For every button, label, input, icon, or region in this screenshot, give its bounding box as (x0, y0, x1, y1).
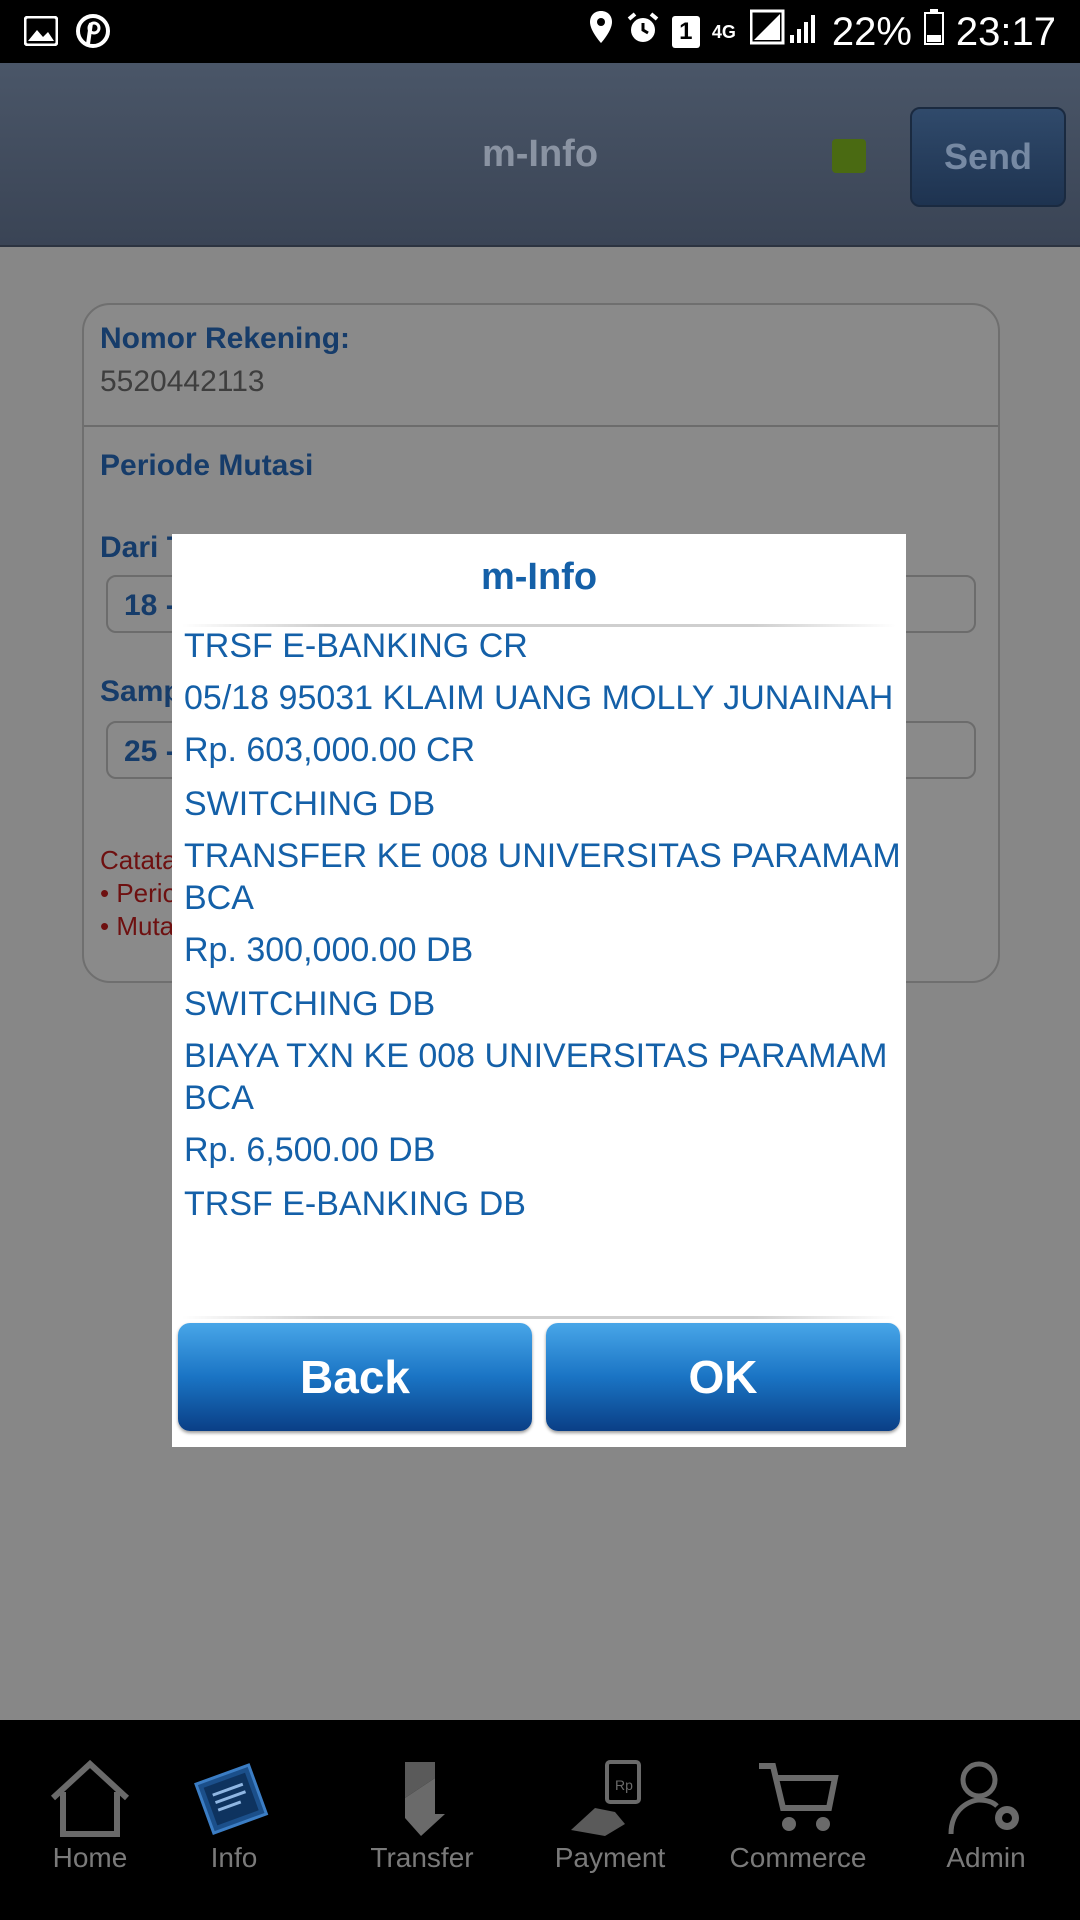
transaction-item: TRSF E-BANKING DB (184, 1183, 906, 1225)
transaction-description: TRANSFER KE 008 UNIVERSITAS PARAMAM BCA (184, 837, 901, 917)
cart-icon (753, 1758, 843, 1838)
status-bar: 1 4G 22% 23:17 (0, 0, 1080, 63)
bottom-navigation: Home Info Transfer Rp Payment Commerce A… (0, 1720, 1080, 1920)
transaction-item: SWITCHING DB BIAYA TXN KE 008 UNIVERSITA… (184, 983, 906, 1171)
transaction-type: SWITCHING DB (184, 985, 436, 1023)
status-time: 23:17 (955, 10, 1056, 54)
account-label: Nomor Rekening: (100, 322, 351, 355)
send-button[interactable]: Send (910, 107, 1066, 207)
signal-icon (749, 9, 820, 55)
transaction-item: SWITCHING DB TRANSFER KE 008 UNIVERSITAS… (184, 783, 906, 971)
nav-label: Commerce (729, 1842, 867, 1873)
nav-label: Transfer (370, 1842, 474, 1873)
info-dialog: m-Info TRSF E-BANKING CR 05/18 95031 KLA… (172, 534, 906, 1447)
period-label: Periode Mutasi (100, 449, 314, 482)
sim-icon: 1 (671, 16, 700, 48)
app-header: m-Info Send (0, 63, 1080, 247)
transfer-icon (377, 1758, 467, 1838)
nav-label: Payment (554, 1842, 666, 1873)
nav-commerce[interactable]: Commerce (708, 1720, 888, 1920)
transaction-type: SWITCHING DB (184, 785, 436, 823)
connection-status-indicator (832, 139, 866, 173)
transaction-amount: Rp. 300,000.00 DB (184, 931, 474, 969)
transaction-description: 05/18 95031 KLAIM UANG MOLLY JUNAINAH (184, 679, 894, 717)
home-icon (45, 1758, 135, 1838)
back-button[interactable]: Back (178, 1323, 532, 1431)
nav-info[interactable]: Info (144, 1720, 324, 1920)
transaction-description: BIAYA TXN KE 008 UNIVERSITAS PARAMAM BCA (184, 1037, 888, 1117)
note-line: • Perio (100, 878, 178, 908)
svg-text:Rp: Rp (615, 1777, 633, 1793)
nav-payment[interactable]: Rp Payment (520, 1720, 700, 1920)
transaction-amount: Rp. 6,500.00 DB (184, 1131, 436, 1169)
note-title: Catata (100, 845, 177, 875)
nav-transfer[interactable]: Transfer (332, 1720, 512, 1920)
transaction-list[interactable]: TRSF E-BANKING CR 05/18 95031 KLAIM UANG… (184, 627, 906, 1317)
note-line: • Muta (100, 911, 175, 941)
transaction-type: TRSF E-BANKING DB (184, 1185, 526, 1223)
dialog-divider (182, 1316, 896, 1319)
image-icon (23, 15, 59, 51)
transaction-type: TRSF E-BANKING CR (184, 627, 528, 665)
network-icon: 4G (711, 22, 736, 42)
account-number: 5520442113 (100, 365, 265, 398)
divider (84, 425, 998, 427)
ok-button[interactable]: OK (546, 1323, 900, 1431)
info-icon (189, 1758, 279, 1838)
transaction-item: TRSF E-BANKING CR 05/18 95031 KLAIM UANG… (184, 627, 906, 771)
alarm-icon (626, 10, 660, 55)
nav-label: Admin (946, 1842, 1026, 1873)
nav-label: Info (210, 1842, 258, 1873)
battery-percent: 22% (831, 10, 912, 54)
dialog-title: m-Info (480, 556, 598, 598)
transaction-amount: Rp. 603,000.00 CR (184, 731, 476, 769)
pinterest-icon (76, 14, 110, 53)
to-date-label: Samp (100, 675, 182, 708)
location-icon (588, 9, 614, 55)
nav-admin[interactable]: Admin (896, 1720, 1076, 1920)
admin-icon (941, 1758, 1031, 1838)
battery-icon (923, 9, 944, 55)
payment-icon: Rp (565, 1758, 655, 1838)
